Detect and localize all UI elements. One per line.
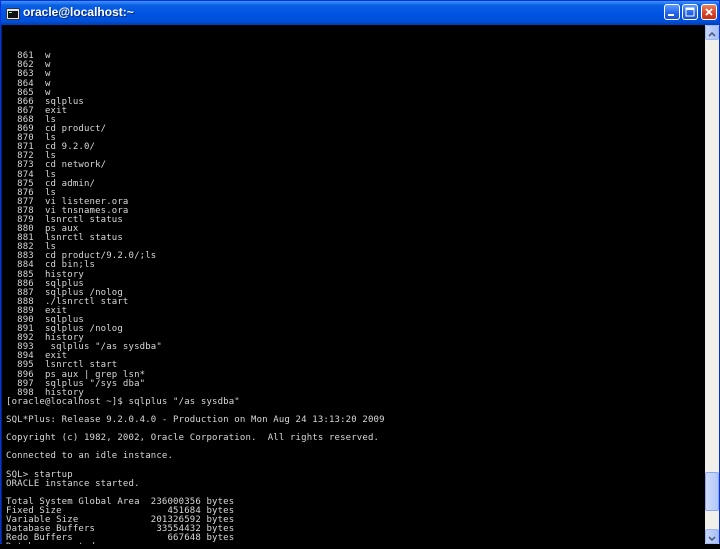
- terminal-text: 861 w 862 w 863 w 864 w 865 w 866 sqlplu…: [6, 25, 385, 544]
- terminal-line: 871 cd 9.2.0/: [6, 142, 96, 153]
- minimize-button[interactable]: [664, 4, 680, 20]
- maximize-button[interactable]: [682, 4, 698, 20]
- terminal-line: 862 w: [6, 60, 51, 71]
- close-button[interactable]: [701, 4, 717, 20]
- arrow-down-icon: [708, 536, 716, 542]
- terminal-window: oracle@localhost:~ 861 w 862 w 863 w 864…: [0, 0, 720, 544]
- maximize-icon: [685, 7, 695, 17]
- terminal-app-icon[interactable]: [6, 6, 20, 20]
- close-icon: [705, 8, 713, 16]
- terminal-line: 869 cd product/: [6, 124, 107, 135]
- terminal-line: ORACLE instance started.: [6, 478, 140, 489]
- window-title: oracle@localhost:~: [23, 5, 134, 19]
- terminal-line: Connected to an idle instance.: [6, 451, 174, 462]
- vertical-scrollbar[interactable]: [705, 25, 719, 544]
- terminal-line: SQL*Plus: Release 9.2.0.4.0 - Production…: [6, 415, 385, 426]
- terminal-line: 875 cd admin/: [6, 178, 96, 189]
- terminal-output[interactable]: 861 w 862 w 863 w 864 w 865 w 866 sqlplu…: [2, 25, 705, 544]
- terminal-line: [oracle@localhost ~]$ sqlplus "/as sysdb…: [6, 396, 240, 407]
- terminal-line: 867 exit: [6, 105, 68, 116]
- terminal-line: 864 w: [6, 78, 51, 89]
- terminal-line: 881 lsnrctl status: [6, 233, 123, 244]
- scrollbar-track[interactable]: [705, 40, 719, 529]
- title-bar[interactable]: oracle@localhost:~: [1, 1, 719, 25]
- terminal-line: 861 w: [6, 51, 51, 62]
- scroll-up-button[interactable]: [705, 25, 719, 40]
- terminal-line: Copyright (c) 1982, 2002, Oracle Corpora…: [6, 433, 380, 444]
- scrollbar-thumb[interactable]: [705, 471, 719, 511]
- terminal-line: 863 w: [6, 69, 51, 80]
- terminal-line: 873 cd network/: [6, 160, 107, 171]
- minimize-icon: [668, 14, 674, 16]
- scroll-down-button[interactable]: [705, 529, 719, 544]
